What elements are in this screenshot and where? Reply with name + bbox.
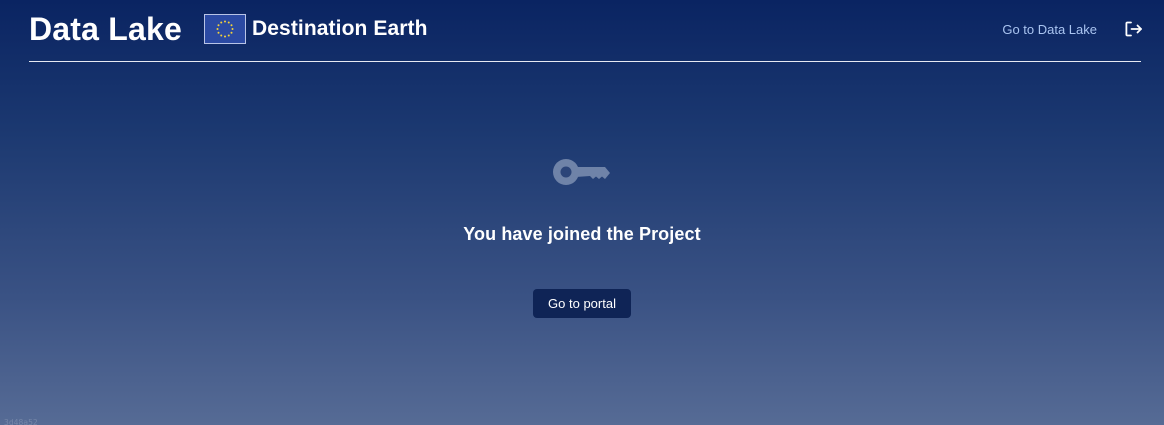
eu-flag-icon <box>204 14 246 44</box>
version-label: 3d48a52 <box>4 418 38 425</box>
join-message: You have joined the Project <box>463 224 701 244</box>
go-to-portal-button[interactable]: Go to portal <box>533 289 631 318</box>
main-content: You have joined the Project Go to portal <box>0 150 1164 318</box>
app-title: Data Lake <box>29 10 182 47</box>
key-icon <box>552 150 612 190</box>
go-to-data-lake-link[interactable]: Go to Data Lake <box>1002 22 1097 37</box>
brand-name: Destination Earth <box>252 17 428 40</box>
header: Data Lake Destination Earth Go to Data L… <box>29 0 1142 62</box>
logout-icon[interactable] <box>1123 18 1145 40</box>
